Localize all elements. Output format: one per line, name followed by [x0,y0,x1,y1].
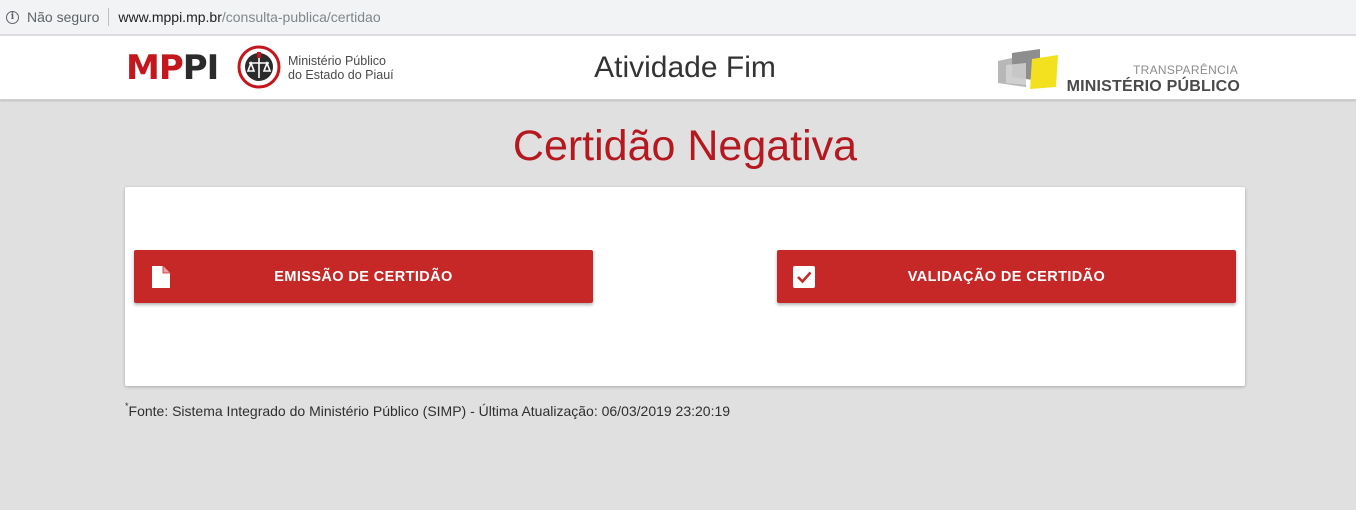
document-icon [152,266,170,288]
footnote-text: Fonte: Sistema Integrado do Ministério P… [128,403,731,419]
validacao-certidao-button[interactable]: VALIDAÇÃO DE CERTIDÃO [777,250,1236,303]
browser-address-bar[interactable]: i Não seguro www.mppi.mp.br/consulta-pub… [0,0,1356,35]
source-footnote: *Fonte: Sistema Integrado do Ministério … [125,401,731,419]
transparency-label: TRANSPARÊNCIA [1132,63,1238,77]
info-icon[interactable]: i [6,10,19,24]
certidao-card: EMISSÃO DE CERTIDÃO VALIDAÇÃO DE CERTIDÃ… [125,187,1245,386]
site-header: MPPI Ministério Público do Estado do Pia… [0,36,1356,100]
footnote-marker: * [125,401,129,411]
url-path: /consulta-publica/certidao [221,9,381,25]
address-separator [108,8,110,26]
emissao-certidao-button[interactable]: EMISSÃO DE CERTIDÃO [134,250,593,303]
page-title: Certidão Negativa [512,122,858,170]
validacao-button-label: VALIDAÇÃO DE CERTIDÃO [907,268,1106,285]
emissao-button-label: EMISSÃO DE CERTIDÃO [274,268,453,285]
security-status-label[interactable]: Não seguro [27,9,99,25]
ministerio-publico-label: MINISTÉRIO PÚBLICO [1066,78,1240,95]
url-text[interactable]: www.mppi.mp.br/consulta-publica/certidao [118,9,380,25]
url-host: www.mppi.mp.br [118,9,222,25]
checkbox-checked-icon [793,266,815,288]
